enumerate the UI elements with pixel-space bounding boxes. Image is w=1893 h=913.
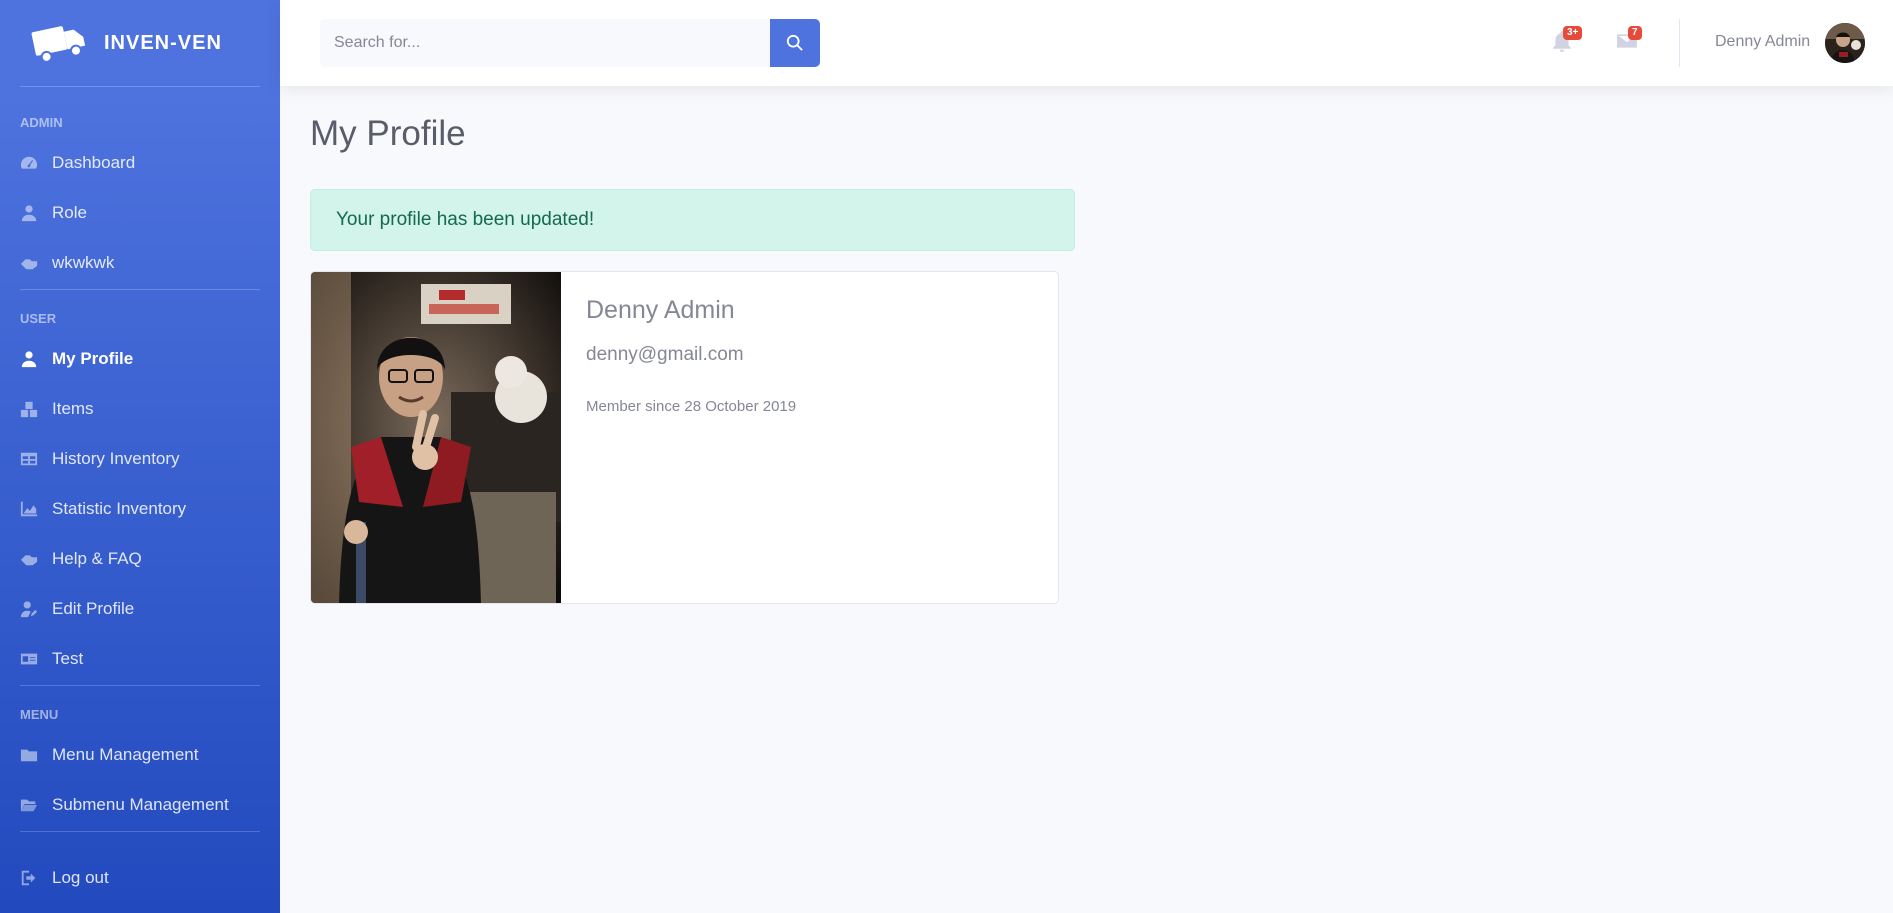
- boxes-icon: [20, 400, 38, 418]
- brand-name: INVEN-VEN: [104, 31, 222, 54]
- section-heading-user: USER: [20, 311, 57, 326]
- section-heading-admin: ADMIN: [20, 115, 63, 130]
- user-edit-icon: [20, 600, 38, 618]
- sign-out-icon: [20, 869, 38, 887]
- sidebar-item-my-profile[interactable]: My Profile: [0, 334, 280, 384]
- sidebar-item-statistic-inventory[interactable]: Statistic Inventory: [0, 484, 280, 534]
- sidebar-item-label: Dashboard: [52, 153, 136, 172]
- alert-message: Your profile has been updated!: [336, 209, 595, 230]
- id-card-icon: [20, 650, 38, 668]
- user-name[interactable]: Denny Admin: [1715, 33, 1810, 51]
- sidebar-item-label: Submenu Management: [52, 795, 229, 814]
- messages-badge: 7: [1628, 26, 1642, 40]
- user-icon: [20, 350, 38, 368]
- sidebar: INVEN-VEN ADMIN Dashboard Role wkwkwk US…: [0, 0, 280, 913]
- avatar[interactable]: [1825, 23, 1865, 63]
- folder-open-icon: [20, 796, 38, 814]
- truck-icon: [30, 21, 88, 65]
- sidebar-item-label: Role: [52, 203, 87, 222]
- topbar: 3+ 7 Denny Admin: [280, 0, 1893, 86]
- sidebar-item-wkwkwk[interactable]: wkwkwk: [0, 238, 280, 288]
- sidebar-item-submenu-management[interactable]: Submenu Management: [0, 780, 280, 830]
- search-button[interactable]: [770, 19, 820, 67]
- sidebar-item-label: Help & FAQ: [52, 549, 142, 568]
- sidebar-item-history-inventory[interactable]: History Inventory: [0, 434, 280, 484]
- table-icon: [20, 450, 38, 468]
- messages-button[interactable]: 7: [1616, 26, 1642, 56]
- section-heading-menu: MENU: [20, 707, 59, 722]
- logout-label: Log out: [52, 868, 109, 887]
- sidebar-item-test[interactable]: Test: [0, 634, 280, 684]
- topbar-divider: [1679, 19, 1680, 67]
- search-input[interactable]: [320, 19, 770, 67]
- sidebar-item-items[interactable]: Items: [0, 384, 280, 434]
- sidebar-item-role[interactable]: Role: [0, 188, 280, 238]
- page-title: My Profile: [310, 114, 466, 153]
- sidebar-item-edit-profile[interactable]: Edit Profile: [0, 584, 280, 634]
- hands-helping-icon: [20, 254, 38, 272]
- profile-name: Denny Admin: [586, 296, 735, 324]
- folder-icon: [20, 746, 38, 764]
- sidebar-item-label: wkwkwk: [52, 253, 115, 272]
- user-tie-icon: [20, 204, 38, 222]
- profile-photo: [311, 272, 561, 603]
- sidebar-item-label: My Profile: [52, 349, 134, 368]
- sidebar-item-menu-management[interactable]: Menu Management: [0, 730, 280, 780]
- hands-helping-icon: [20, 550, 38, 568]
- sidebar-item-help-faq[interactable]: Help & FAQ: [0, 534, 280, 584]
- success-alert: Your profile has been updated!: [310, 189, 1075, 251]
- chart-area-icon: [20, 500, 38, 518]
- profile-member-since: Member since 28 October 2019: [586, 398, 797, 415]
- brand[interactable]: INVEN-VEN: [0, 0, 280, 86]
- profile-email: denny@gmail.com: [586, 344, 744, 365]
- sidebar-item-label: Items: [52, 399, 94, 418]
- profile-card: Denny Admin denny@gmail.com Member since…: [310, 271, 1059, 604]
- sidebar-item-label: Menu Management: [52, 745, 199, 764]
- tachometer-icon: [20, 154, 38, 172]
- search-icon: [786, 34, 803, 51]
- sidebar-item-label: History Inventory: [52, 449, 180, 468]
- sidebar-item-label: Statistic Inventory: [52, 499, 187, 518]
- sidebar-item-label: Test: [52, 649, 84, 668]
- sidebar-item-label: Edit Profile: [52, 599, 135, 618]
- alerts-button[interactable]: 3+: [1551, 26, 1583, 56]
- logout-button[interactable]: Log out: [0, 864, 280, 892]
- search-form: [320, 19, 820, 67]
- alerts-badge: 3+: [1563, 26, 1583, 40]
- sidebar-item-dashboard[interactable]: Dashboard: [0, 138, 280, 188]
